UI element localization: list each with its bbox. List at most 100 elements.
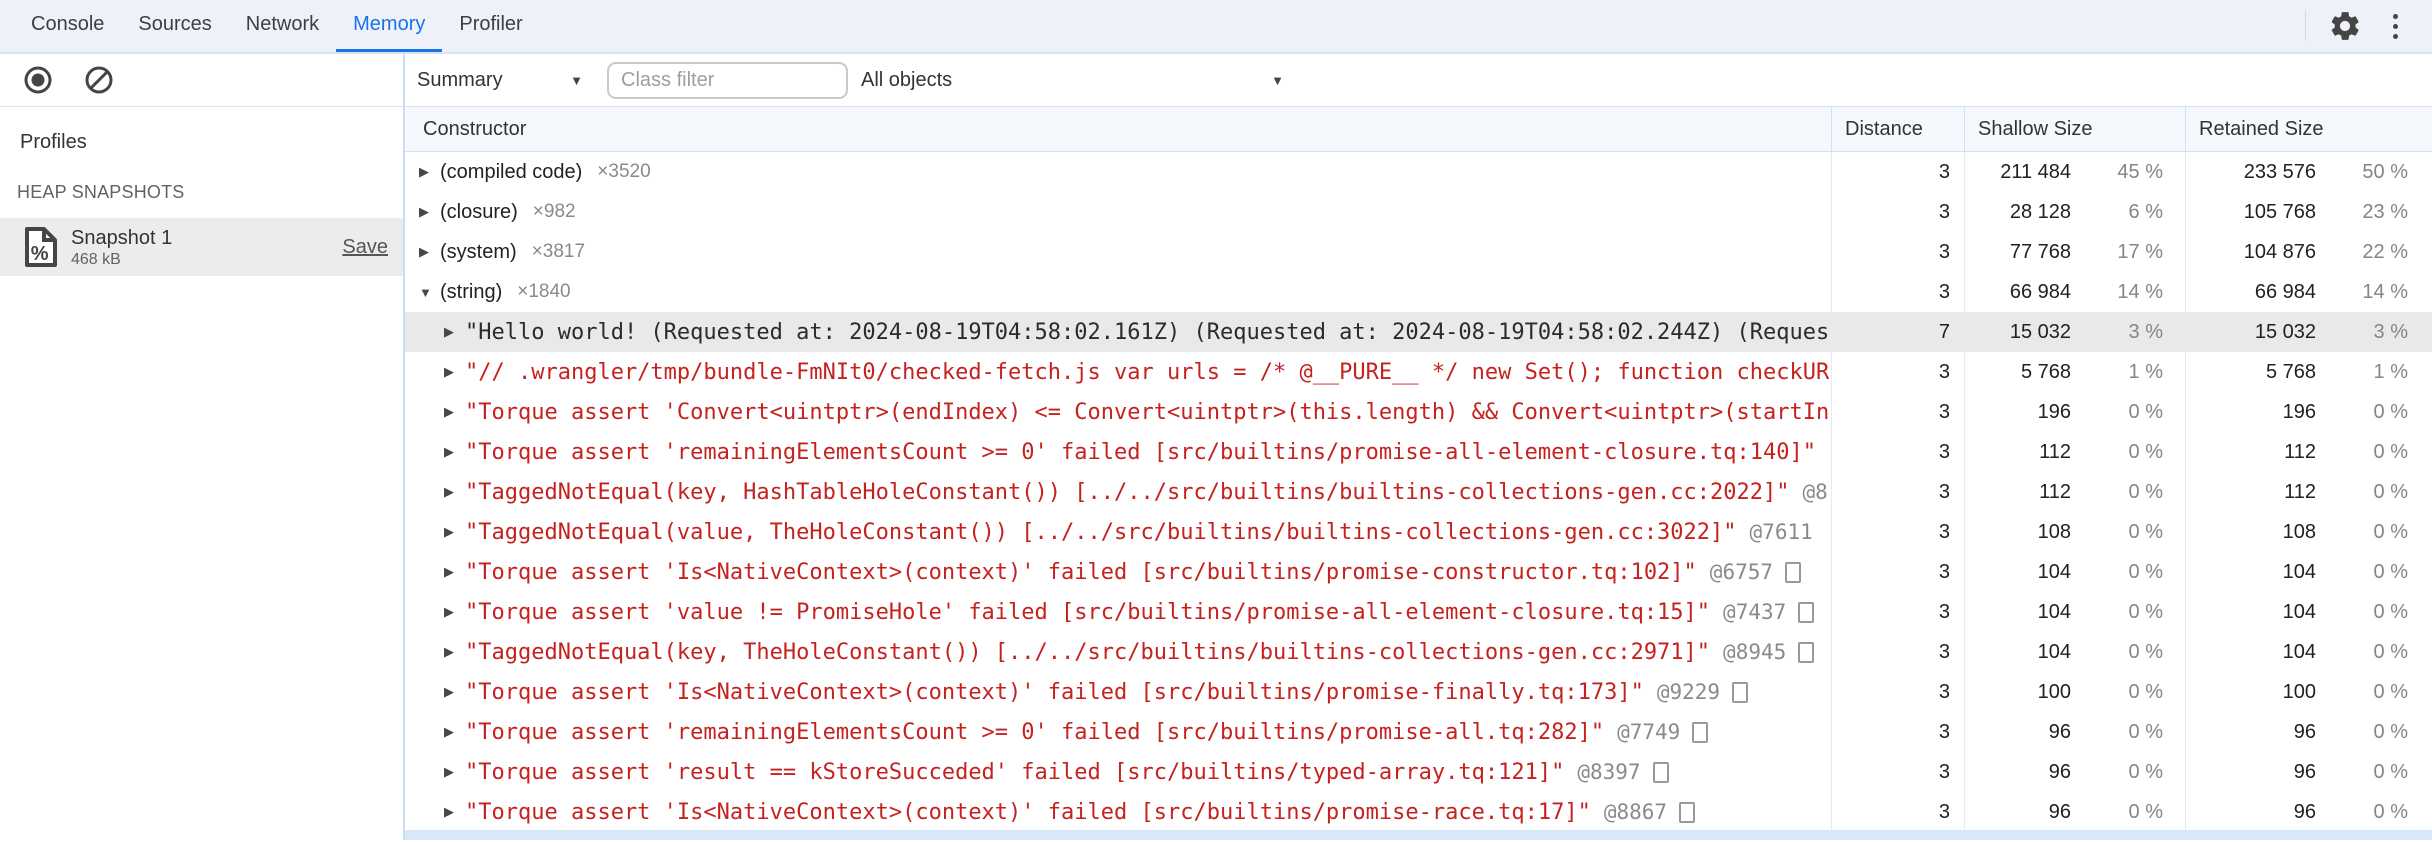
perspective-select-value: Summary xyxy=(417,68,503,91)
expand-triangle-icon[interactable]: ▶ xyxy=(444,444,465,460)
retained-size-cell: 104 0 % xyxy=(2185,592,2430,632)
retained-size-cell: 108 0 % xyxy=(2185,512,2430,552)
table-row[interactable]: ▶ (compiled code) ×3520 3 211 484 45 % 233 576… xyxy=(405,152,2432,192)
collapse-triangle-icon[interactable]: ▼ xyxy=(419,285,440,300)
shallow-size-percent: 14 % xyxy=(2117,280,2163,303)
column-header-distance[interactable]: Distance xyxy=(1831,107,1964,151)
constructor-cell: ▶ (system) ×3817 xyxy=(405,232,1831,272)
tab-network[interactable]: Network xyxy=(229,0,336,52)
shallow-size-cell: 66 984 14 % xyxy=(1964,272,2185,312)
shallow-size-cell: 96 0 % xyxy=(1964,712,2185,752)
shallow-size-percent: 0 % xyxy=(2128,760,2163,783)
expand-triangle-icon[interactable]: ▶ xyxy=(444,564,465,580)
retained-size-cell: 233 576 50 % xyxy=(2185,152,2430,192)
table-row[interactable]: ▶ "Hello world! (Requested at: 2024-08-19… xyxy=(405,312,2432,352)
distance-cell: 3 xyxy=(1831,712,1964,752)
expand-triangle-icon[interactable]: ▶ xyxy=(444,324,465,340)
table-row[interactable]: ▶ "Torque assert 'remainingElementsCount … xyxy=(405,712,2432,752)
instance-count: ×982 xyxy=(532,201,576,222)
perspective-select[interactable]: Summary ▼ xyxy=(417,69,589,92)
more-options-kebab-icon[interactable] xyxy=(2374,5,2416,47)
shallow-size-percent: 0 % xyxy=(2128,400,2163,423)
retained-size-value: 105 768 xyxy=(2243,200,2316,223)
expand-triangle-icon[interactable]: ▶ xyxy=(444,404,465,420)
snapshot-list-item[interactable]: % Snapshot 1 468 kB Save xyxy=(0,218,403,276)
constructor-name: "Torque assert 'remainingElementsCount >… xyxy=(465,719,1605,745)
table-row[interactable]: ▶ "// .wrangler/tmp/bundle-FmNIt0/checked… xyxy=(405,352,2432,392)
table-row[interactable]: ▶ "TaggedNotEqual(key, HashTableHoleConst… xyxy=(405,472,2432,512)
table-row[interactable]: ▶ "Torque assert 'result == kStoreSuccede… xyxy=(405,752,2432,792)
retained-size-cell: 100 0 % xyxy=(2185,672,2430,712)
expand-triangle-icon[interactable]: ▶ xyxy=(444,364,465,380)
tab-bar-actions xyxy=(2305,0,2432,52)
retained-size-value: 96 xyxy=(2293,720,2316,743)
table-row[interactable]: ▶ "Torque assert 'Is<NativeContext>(conte… xyxy=(405,672,2432,712)
shallow-size-cell: 15 032 3 % xyxy=(1964,312,2185,352)
object-scope-select[interactable]: All objects ▼ xyxy=(861,69,1284,92)
table-row[interactable]: ▶ (closure) ×982 3 28 128 6 % 105 768 23 % xyxy=(405,192,2432,232)
shallow-size-cell: 104 0 % xyxy=(1964,592,2185,632)
preview-box-icon xyxy=(1798,601,1815,623)
shallow-size-value: 112 xyxy=(2039,440,2071,463)
column-header-constructor[interactable]: Constructor xyxy=(405,107,1831,151)
table-row[interactable]: ▶ "Torque assert 'remainingElementsCount … xyxy=(405,432,2432,472)
preview-box-icon xyxy=(1732,681,1749,703)
tab-label: Profiler xyxy=(459,13,523,35)
table-row[interactable]: ▶ "TaggedNotEqual(key, TheHoleConstant())… xyxy=(405,632,2432,672)
expand-triangle-icon[interactable]: ▶ xyxy=(444,764,465,780)
tab-console[interactable]: Console xyxy=(14,0,121,52)
constructor-cell: ▼ (string) ×1840 xyxy=(405,272,1831,312)
class-filter-input[interactable] xyxy=(607,61,848,99)
table-row[interactable]: ▶ "Torque assert 'value != PromiseHole' f… xyxy=(405,592,2432,632)
constructor-name: "TaggedNotEqual(value, TheHoleConstant()… xyxy=(465,519,1737,545)
expand-triangle-icon[interactable]: ▶ xyxy=(444,724,465,740)
retained-size-cell: 15 032 3 % xyxy=(2185,312,2430,352)
expand-triangle-icon[interactable]: ▶ xyxy=(444,484,465,500)
shallow-size-percent: 0 % xyxy=(2128,440,2163,463)
tab-profiler[interactable]: Profiler xyxy=(442,0,539,52)
object-id: @9229 xyxy=(1656,680,1721,704)
retained-size-value: 96 xyxy=(2293,800,2316,823)
table-row[interactable]: ▶ (system) ×3817 3 77 768 17 % 104 876 22 % xyxy=(405,232,2432,272)
constructor-cell: ▶ "TaggedNotEqual(key, HashTableHoleConst… xyxy=(405,472,1831,512)
expand-triangle-icon[interactable]: ▶ xyxy=(444,644,465,660)
table-row[interactable]: ▶ "Torque assert 'Is<NativeContext>(conte… xyxy=(405,792,2432,832)
column-header-retained-size[interactable]: Retained Size xyxy=(2185,107,2430,151)
expand-triangle-icon[interactable]: ▶ xyxy=(444,524,465,540)
expand-triangle-icon[interactable]: ▶ xyxy=(419,164,440,180)
retained-size-cell: 104 876 22 % xyxy=(2185,232,2430,272)
expand-triangle-icon[interactable]: ▶ xyxy=(419,244,440,260)
shallow-size-cell: 5 768 1 % xyxy=(1964,352,2185,392)
instance-count: ×3520 xyxy=(597,161,651,182)
distance-cell: 3 xyxy=(1831,632,1964,672)
tab-memory[interactable]: Memory xyxy=(336,0,443,52)
retained-size-percent: 14 % xyxy=(2362,280,2408,303)
retained-size-cell: 5 768 1 % xyxy=(2185,352,2430,392)
table-row[interactable]: ▶ "Torque assert 'Convert<uintptr>(endInd… xyxy=(405,392,2432,432)
shallow-size-percent: 1 % xyxy=(2128,360,2163,383)
tab-sources[interactable]: Sources xyxy=(121,0,228,52)
table-row[interactable]: ▼ (string) ×1840 3 66 984 14 % 66 984 14 % xyxy=(405,272,2432,312)
expand-triangle-icon[interactable]: ▶ xyxy=(444,684,465,700)
constructor-cell: ▶ (compiled code) ×3520 xyxy=(405,152,1831,192)
table-row[interactable]: ▶ "TaggedNotEqual(value, TheHoleConstant(… xyxy=(405,512,2432,552)
expand-triangle-icon[interactable]: ▶ xyxy=(444,604,465,620)
shallow-size-value: 96 xyxy=(2048,760,2071,783)
record-heap-snapshot-icon[interactable] xyxy=(17,59,59,101)
settings-gear-icon[interactable] xyxy=(2324,5,2366,47)
column-header-shallow-size[interactable]: Shallow Size xyxy=(1964,107,2185,151)
snapshot-texts: Snapshot 1 468 kB xyxy=(71,226,172,269)
shallow-size-cell: 112 0 % xyxy=(1964,472,2185,512)
table-row[interactable]: ▶ "Torque assert 'Is<NativeContext>(conte… xyxy=(405,552,2432,592)
constructor-cell: ▶ "Torque assert 'remainingElementsCount … xyxy=(405,712,1831,752)
expand-triangle-icon[interactable]: ▶ xyxy=(419,204,440,220)
retained-size-percent: 23 % xyxy=(2362,200,2408,223)
retained-size-percent: 3 % xyxy=(2373,320,2408,343)
expand-triangle-icon[interactable]: ▶ xyxy=(444,804,465,820)
save-snapshot-link[interactable]: Save xyxy=(342,236,388,259)
tab-label: Console xyxy=(31,13,105,35)
retained-size-value: 112 xyxy=(2284,440,2316,463)
retained-size-value: 104 xyxy=(2282,640,2316,663)
object-scope-select-value: All objects xyxy=(861,68,953,91)
clear-profiles-icon[interactable] xyxy=(78,59,120,101)
